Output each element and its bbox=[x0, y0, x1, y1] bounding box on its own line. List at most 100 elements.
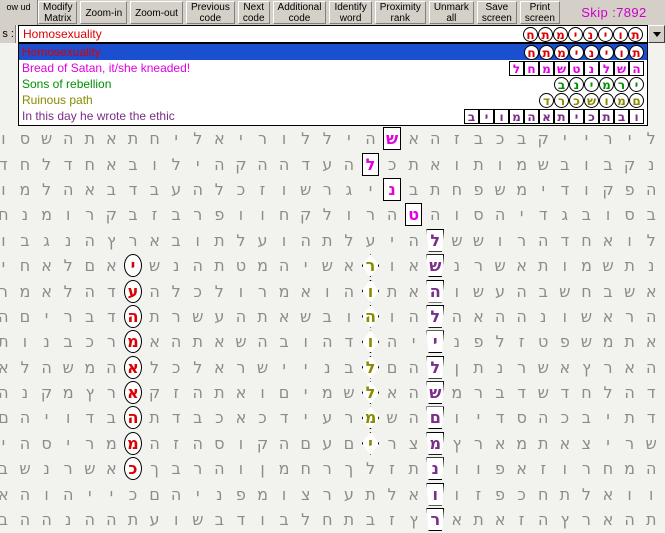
matrix-cell[interactable]: מ bbox=[57, 380, 79, 405]
matrix-cell[interactable]: ב bbox=[187, 405, 209, 430]
matrix-cell[interactable]: ה bbox=[0, 380, 14, 405]
matrix-cell[interactable]: ה bbox=[252, 329, 274, 354]
matrix-cell[interactable]: ר bbox=[619, 304, 641, 329]
matrix-cell[interactable]: ש bbox=[424, 380, 446, 405]
matrix-cell[interactable]: ע bbox=[122, 279, 144, 304]
matrix-cell[interactable]: ל bbox=[57, 279, 79, 304]
matrix-cell[interactable]: נ bbox=[640, 253, 662, 278]
matrix-cell[interactable]: ש bbox=[468, 228, 490, 253]
matrix-cell[interactable]: ר bbox=[187, 456, 209, 481]
matrix-cell[interactable]: ק bbox=[144, 380, 166, 405]
matrix-cell[interactable]: י bbox=[273, 355, 295, 380]
dropdown-item-1[interactable]: Bread of Satan, it/she kneaded! ה ש ל נ ט ש מ ח ל bbox=[19, 60, 647, 76]
matrix-cell[interactable]: ו bbox=[554, 253, 576, 278]
matrix-cell[interactable]: ט bbox=[230, 253, 252, 278]
matrix-cell[interactable]: ו bbox=[446, 279, 468, 304]
matrix-cell[interactable]: ת bbox=[338, 507, 360, 532]
matrix-cell[interactable]: ז bbox=[511, 329, 533, 354]
dropdown-item-3[interactable]: Ruinous path ם מ ו ש כ ר ד bbox=[19, 92, 647, 108]
matrix-cell[interactable]: ה bbox=[381, 202, 403, 227]
matrix-cell[interactable]: א bbox=[101, 456, 123, 481]
matrix-cell[interactable]: נ bbox=[57, 507, 79, 532]
matrix-cell[interactable]: ד bbox=[554, 380, 576, 405]
matrix-cell[interactable]: ת bbox=[640, 507, 662, 532]
matrix-cell[interactable]: ה bbox=[101, 355, 123, 380]
matrix-cell[interactable]: ת bbox=[122, 507, 144, 532]
matrix-cell[interactable]: ו bbox=[230, 202, 252, 227]
matrix-cell[interactable]: י bbox=[597, 431, 619, 456]
matrix-cell[interactable]: ה bbox=[57, 177, 79, 202]
matrix-cell[interactable]: ד bbox=[532, 202, 554, 227]
matrix-cell[interactable]: ה bbox=[79, 507, 101, 532]
matrix-cell[interactable]: ב bbox=[14, 228, 36, 253]
matrix-cell[interactable]: י bbox=[360, 431, 382, 456]
matrix-cell[interactable]: כ bbox=[511, 482, 533, 507]
matrix-cell[interactable]: מ bbox=[511, 431, 533, 456]
matrix-cell[interactable]: ה bbox=[122, 405, 144, 430]
matrix-cell[interactable]: ר bbox=[230, 355, 252, 380]
matrix-cell[interactable]: ב bbox=[597, 152, 619, 177]
matrix-cell[interactable]: ך bbox=[144, 456, 166, 481]
matrix-cell[interactable]: ה bbox=[252, 152, 274, 177]
zoom-out-button[interactable]: Zoom-out bbox=[130, 1, 183, 24]
matrix-cell[interactable]: ח bbox=[576, 380, 598, 405]
matrix-cell[interactable]: ק bbox=[36, 380, 58, 405]
matrix-cell[interactable]: א bbox=[403, 126, 425, 151]
matrix-cell[interactable]: ב bbox=[576, 202, 598, 227]
matrix-cell[interactable]: א bbox=[36, 279, 58, 304]
matrix-cell[interactable]: ל bbox=[360, 152, 382, 177]
matrix-cell[interactable]: ץ bbox=[101, 228, 123, 253]
matrix-cell[interactable]: י bbox=[532, 177, 554, 202]
matrix-cell[interactable]: מ bbox=[14, 279, 36, 304]
matrix-cell[interactable]: ה bbox=[381, 329, 403, 354]
matrix-cell[interactable]: מ bbox=[273, 279, 295, 304]
matrix-cell[interactable]: ע bbox=[360, 228, 382, 253]
matrix-cell[interactable]: ר bbox=[468, 253, 490, 278]
matrix-cell[interactable]: ש bbox=[640, 431, 662, 456]
matrix-cell[interactable]: ה bbox=[295, 228, 317, 253]
matrix-cell[interactable]: ט bbox=[403, 202, 425, 227]
matrix-cell[interactable]: ל bbox=[187, 126, 209, 151]
matrix-cell[interactable]: י bbox=[36, 405, 58, 430]
matrix-cell[interactable]: ל bbox=[36, 152, 58, 177]
matrix-cell[interactable]: ו bbox=[295, 329, 317, 354]
matrix-cell[interactable]: א bbox=[511, 253, 533, 278]
matrix-cell[interactable]: ה bbox=[230, 304, 252, 329]
matrix-cell[interactable]: פ bbox=[554, 329, 576, 354]
matrix-cell[interactable]: ד bbox=[101, 279, 123, 304]
matrix-cell[interactable]: ע bbox=[338, 482, 360, 507]
matrix-cell[interactable]: ה bbox=[101, 507, 123, 532]
matrix-cell[interactable]: ש bbox=[489, 253, 511, 278]
matrix-cell[interactable]: ה bbox=[14, 507, 36, 532]
matrix-cell[interactable]: א bbox=[424, 152, 446, 177]
matrix-cell[interactable]: ק bbox=[597, 177, 619, 202]
matrix-cell[interactable]: ו bbox=[273, 482, 295, 507]
matrix-cell[interactable]: ה bbox=[532, 405, 554, 430]
matrix-cell[interactable]: ק bbox=[532, 126, 554, 151]
matrix-cell[interactable]: י bbox=[554, 126, 576, 151]
matrix-cell[interactable]: ה bbox=[403, 228, 425, 253]
matrix-cell[interactable]: ר bbox=[576, 456, 598, 481]
matrix-cell[interactable]: ו bbox=[554, 304, 576, 329]
matrix-cell[interactable]: י bbox=[0, 431, 14, 456]
matrix-cell[interactable]: ב bbox=[144, 177, 166, 202]
matrix-cell[interactable]: ר bbox=[424, 507, 446, 532]
matrix-cell[interactable]: ם bbox=[273, 380, 295, 405]
matrix-cell[interactable]: ה bbox=[403, 405, 425, 430]
matrix-cell[interactable]: ו bbox=[57, 405, 79, 430]
matrix-cell[interactable]: נ bbox=[14, 202, 36, 227]
matrix-cell[interactable]: ת bbox=[252, 304, 274, 329]
matrix-cell[interactable]: ש bbox=[381, 405, 403, 430]
matrix-cell[interactable]: ו bbox=[252, 202, 274, 227]
matrix-cell[interactable]: פ bbox=[489, 456, 511, 481]
matrix-cell[interactable]: ה bbox=[36, 507, 58, 532]
matrix-cell[interactable]: כ bbox=[122, 456, 144, 481]
matrix-cell[interactable]: ה bbox=[360, 304, 382, 329]
matrix-cell[interactable]: ג bbox=[36, 228, 58, 253]
matrix-cell[interactable]: ם bbox=[424, 405, 446, 430]
matrix-cell[interactable]: א bbox=[381, 380, 403, 405]
matrix-cell[interactable]: י bbox=[36, 304, 58, 329]
matrix-cell[interactable]: ו bbox=[619, 482, 641, 507]
matrix-cell[interactable]: ה bbox=[619, 380, 641, 405]
matrix-cell[interactable]: ו bbox=[252, 380, 274, 405]
